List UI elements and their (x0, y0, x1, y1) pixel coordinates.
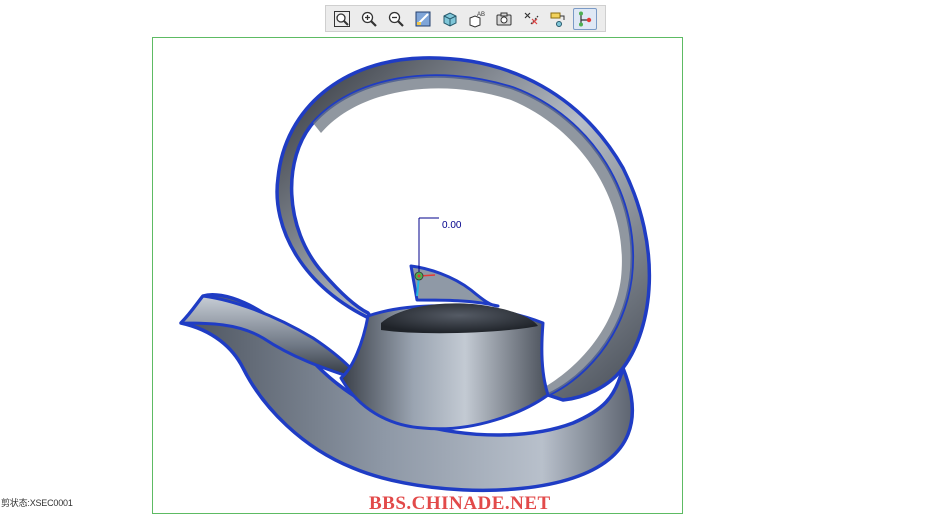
svg-text:AB: AB (477, 12, 485, 18)
zoom-in-button[interactable] (357, 8, 381, 30)
camera-icon (496, 12, 512, 25)
annotation-display-button[interactable] (546, 8, 570, 30)
zoom-fit-button[interactable] (330, 8, 354, 30)
view-toolbar: AB (325, 5, 606, 32)
dimension-label[interactable]: 0.00 (442, 220, 461, 231)
cube-icon (443, 11, 457, 27)
model-viewport[interactable]: 0.00 (152, 37, 683, 514)
datum-filter-icon (524, 12, 539, 24)
view-manager-button[interactable] (492, 8, 516, 30)
zoom-fit-icon (334, 10, 350, 27)
display-style-button[interactable] (438, 8, 462, 30)
saved-views-button[interactable]: AB (465, 8, 489, 30)
lid-fin (409, 264, 500, 308)
spin-center-icon (579, 11, 592, 26)
spin-center-button[interactable] (573, 7, 597, 30)
section-status-text: 剪状态:XSEC0001 (1, 498, 73, 508)
teapot-model (179, 56, 652, 493)
zoom-out-button[interactable] (384, 8, 408, 30)
zoom-out-icon (388, 11, 404, 27)
saved-views-icon: AB (469, 12, 485, 28)
zoom-in-icon (361, 11, 377, 27)
watermark-text: BBS.CHINADE.NET (369, 493, 551, 514)
repaint-icon (415, 11, 431, 26)
repaint-button[interactable] (411, 8, 435, 30)
annotation-icon (550, 12, 565, 27)
datum-display-button[interactable] (519, 8, 543, 30)
